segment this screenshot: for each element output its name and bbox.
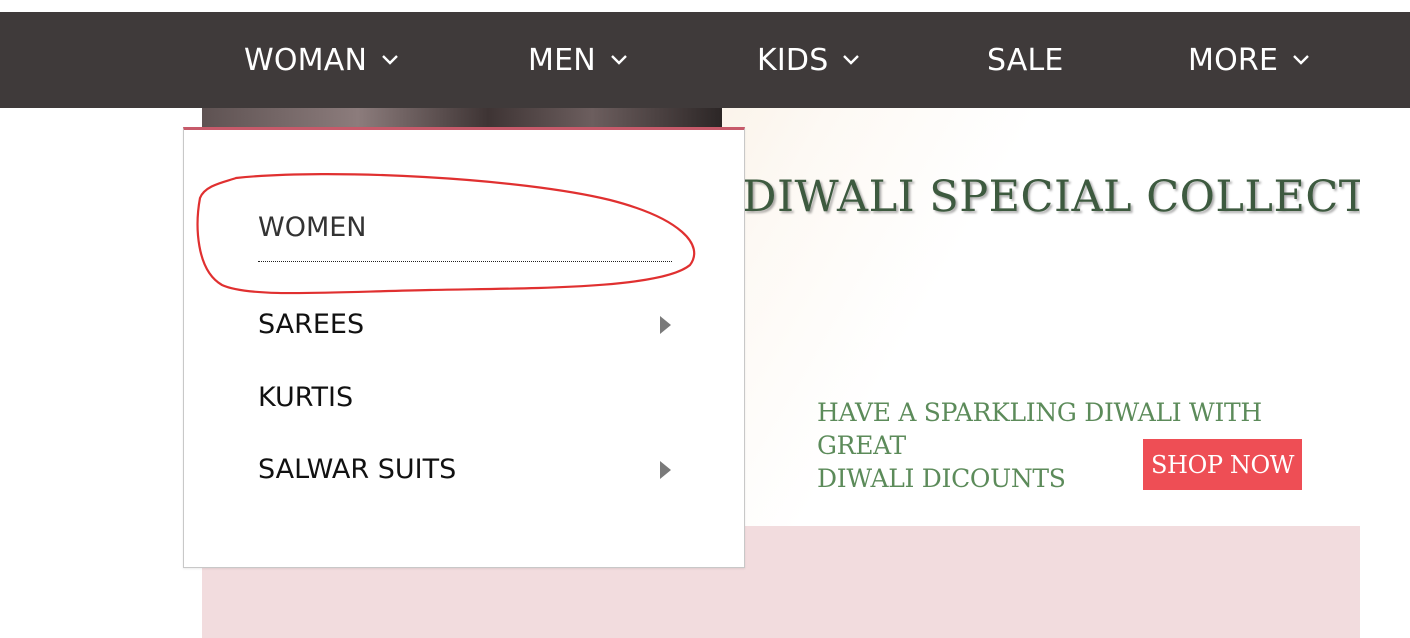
chevron-down-icon (608, 49, 630, 71)
chevron-down-icon (379, 49, 401, 71)
banner-title: DIWALI SPECIAL COLLECTION (742, 172, 1360, 222)
dropdown-item-salwar-suits[interactable]: SALWAR SUITS (258, 454, 672, 485)
dropdown-heading-women[interactable]: WOMEN (258, 212, 672, 262)
nav-item-woman[interactable]: WOMAN (244, 12, 401, 108)
shop-now-button[interactable]: SHOP NOW (1143, 439, 1302, 490)
dropdown-item-kurtis[interactable]: KURTIS (258, 382, 672, 413)
dropdown-item-label: SAREES (258, 309, 365, 340)
nav-item-more[interactable]: MORE (1188, 12, 1312, 108)
nav-item-sale[interactable]: SALE (987, 12, 1064, 108)
nav-label-more: MORE (1188, 42, 1279, 78)
caret-right-icon (658, 315, 672, 335)
nav-label-men: MEN (528, 42, 596, 78)
nav-item-men[interactable]: MEN (528, 12, 630, 108)
caret-right-icon (658, 460, 672, 480)
nav-item-kids[interactable]: KIDS (757, 12, 862, 108)
nav-label-woman: WOMAN (244, 42, 368, 78)
chevron-down-icon (840, 49, 862, 71)
nav-label-sale: SALE (987, 42, 1064, 78)
dropdown-item-sarees[interactable]: SAREES (258, 309, 672, 340)
dropdown-item-label: SALWAR SUITS (258, 454, 457, 485)
woman-dropdown-menu: WOMEN SAREES KURTIS SALWAR SUITS (183, 127, 745, 568)
chevron-down-icon (1290, 49, 1312, 71)
dropdown-item-label: KURTIS (258, 382, 354, 413)
main-navbar: WOMAN MEN KIDS SALE MORE (0, 12, 1410, 108)
nav-label-kids: KIDS (757, 42, 829, 78)
